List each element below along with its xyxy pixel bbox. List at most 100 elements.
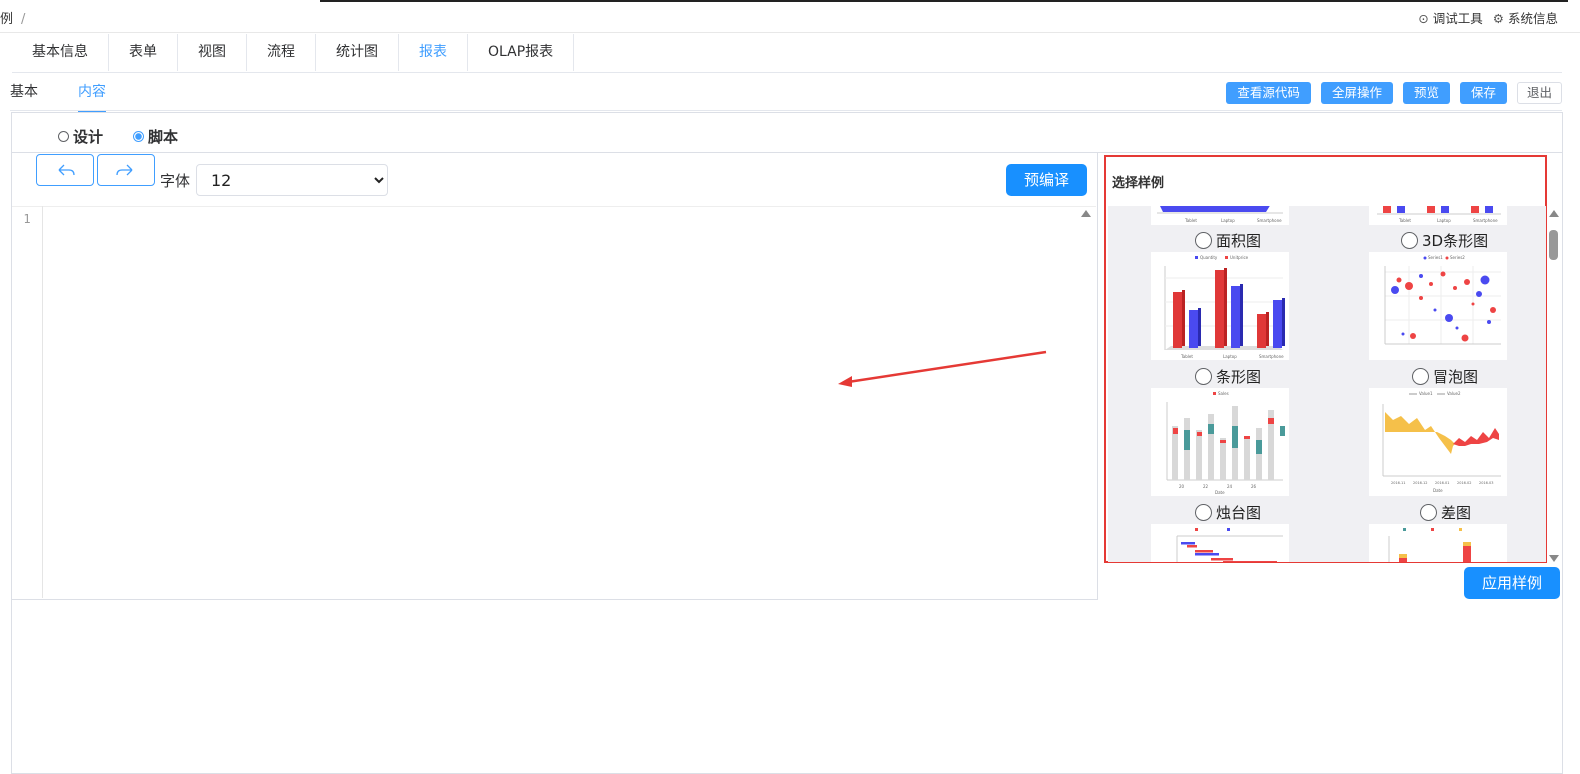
sample-label: 冒泡图 (1433, 368, 1479, 386)
mode-design-radio[interactable]: 设计 (58, 126, 103, 147)
svg-text:2016.12: 2016.12 (1413, 481, 1427, 485)
3d-bar-chart-thumbnail[interactable]: Tablet Laptop Smartphone (1369, 206, 1507, 225)
svg-text:Smartphone: Smartphone (1473, 218, 1498, 223)
difference-chart-thumbnail[interactable]: Value1 Value2 2016.11 2016.12 2016.01 2016… (1369, 388, 1507, 496)
subtab-content[interactable]: 内容 (78, 80, 106, 112)
tab-form[interactable]: 表单 (109, 34, 178, 71)
mode-script-radio[interactable]: 脚本 (133, 126, 178, 147)
system-info-link[interactable]: ⚙ 系统信息 (1493, 8, 1558, 27)
font-label: 字体 (160, 172, 191, 190)
debug-icon: ⊙ (1418, 11, 1429, 26)
svg-text:2016.01: 2016.01 (1435, 481, 1449, 485)
sample-area-chart[interactable]: 面积图 (1195, 230, 1261, 251)
gantt-chart-image (1176, 528, 1283, 562)
view-source-button[interactable]: 查看源代码 (1226, 82, 1311, 104)
bubble-chart-thumbnail[interactable]: Series1 Series2 (1369, 252, 1507, 360)
preview-button[interactable]: 预览 (1402, 82, 1450, 104)
svg-text:Date: Date (1433, 488, 1443, 493)
tab-olap-report[interactable]: OLAP报表 (468, 34, 575, 71)
system-info-label: 系统信息 (1507, 11, 1558, 26)
breadcrumb: 示例 / (0, 8, 38, 27)
editor-scroll-up-icon[interactable] (1081, 210, 1091, 217)
gallery-scrollbar[interactable] (1548, 210, 1560, 562)
scroll-up-icon[interactable] (1549, 210, 1559, 217)
gantt-chart-thumbnail[interactable] (1151, 524, 1289, 562)
gallery-scroll-thumb[interactable] (1549, 230, 1558, 260)
svg-text:Value2: Value2 (1447, 391, 1461, 396)
svg-text:Laptop: Laptop (1223, 354, 1237, 359)
sample-label: 烛台图 (1216, 504, 1262, 522)
area-chart-thumbnail[interactable]: Tablet Laptop Smartphone (1151, 206, 1289, 225)
main-tabs: 基本信息 表单 视图 流程 统计图 报表 OLAP报表 (12, 34, 1562, 73)
svg-text:Date: Date (1215, 490, 1225, 495)
svg-text:Series1: Series1 (1428, 255, 1443, 260)
radio-checked-icon (133, 131, 145, 142)
sample-bar-chart[interactable]: 条形图 (1195, 366, 1261, 387)
sub-tabs: 基本 内容 (10, 80, 106, 112)
stacked-bar-chart-thumbnail[interactable] (1369, 524, 1507, 562)
svg-text:26: 26 (1251, 484, 1257, 489)
annotation-arrow (838, 350, 1047, 387)
top-tools: ⊙ 调试工具 ⚙ 系统信息 (1418, 8, 1558, 27)
stacked-bar-chart-image (1388, 528, 1471, 562)
mode-script-label: 脚本 (148, 128, 179, 146)
apply-sample-button[interactable]: 应用样例 (1464, 567, 1560, 599)
sample-gallery: Tablet Laptop Smartphone Tablet Laptop S… (1108, 206, 1546, 562)
svg-text:Value1: Value1 (1419, 391, 1433, 396)
area-chart-image: Tablet Laptop Smartphone (1157, 206, 1283, 223)
svg-text:Quantity: Quantity (1200, 255, 1218, 260)
mode-radio-group: 设计 脚本 (58, 126, 178, 147)
sample-panel-title: 选择样例 (1112, 176, 1165, 191)
fullscreen-button[interactable]: 全屏操作 (1320, 82, 1393, 104)
radio-unchecked-icon (1195, 232, 1212, 249)
sample-3d-bar-chart[interactable]: 3D条形图 (1401, 230, 1488, 251)
line-number-gutter: 1 (12, 206, 43, 598)
sample-label: 差图 (1441, 504, 1472, 522)
sample-difference-chart[interactable]: 差图 (1420, 502, 1471, 523)
svg-text:24: 24 (1227, 484, 1233, 489)
3d-bar-chart-image: Tablet Laptop Smartphone (1377, 206, 1501, 223)
radio-unchecked-icon (1420, 504, 1437, 521)
font-size-select[interactable]: 12 (196, 164, 388, 196)
svg-text:Laptop: Laptop (1221, 218, 1235, 223)
action-toolbar: 查看源代码 全屏操作 预览 保存 退出 (1226, 82, 1562, 104)
save-button[interactable]: 保存 (1459, 82, 1507, 104)
svg-text:Tablet: Tablet (1398, 218, 1411, 223)
breadcrumb-item[interactable]: 示例 (0, 12, 13, 27)
tab-statistics-chart[interactable]: 统计图 (316, 34, 399, 71)
top-bar (0, 0, 1580, 33)
line-number: 1 (23, 212, 31, 226)
code-editor[interactable] (12, 206, 1096, 599)
debug-tool-link[interactable]: ⊙ 调试工具 (1418, 8, 1483, 27)
subtab-basic[interactable]: 基本 (10, 80, 38, 110)
precompile-button[interactable]: 预编译 (1006, 164, 1087, 196)
svg-text:2016.03: 2016.03 (1479, 481, 1493, 485)
undo-icon (58, 164, 75, 176)
bar-chart-thumbnail[interactable]: Quantity Unitprice Tablet Laptop Smartph… (1151, 252, 1289, 360)
svg-text:Laptop: Laptop (1437, 218, 1451, 223)
exit-button[interactable]: 退出 (1516, 82, 1562, 104)
tab-report[interactable]: 报表 (399, 34, 468, 71)
tab-view[interactable]: 视图 (178, 34, 247, 71)
redo-icon (116, 164, 133, 176)
radio-unchecked-icon (1195, 504, 1212, 521)
scroll-down-icon[interactable] (1549, 555, 1559, 562)
bubble-chart-image: Series1 Series2 (1384, 255, 1501, 345)
radio-unchecked-icon (1401, 232, 1418, 249)
sample-bubble-chart[interactable]: 冒泡图 (1412, 366, 1478, 387)
sample-candlestick-chart[interactable]: 烛台图 (1195, 502, 1261, 523)
svg-text:Tablet: Tablet (1180, 354, 1193, 359)
svg-text:Unitprice: Unitprice (1230, 255, 1249, 260)
sample-label: 条形图 (1216, 368, 1262, 386)
redo-button[interactable] (97, 154, 155, 186)
svg-text:Series2: Series2 (1450, 255, 1465, 260)
undo-button[interactable] (36, 154, 94, 186)
tab-basic-info[interactable]: 基本信息 (12, 34, 109, 71)
top-edge-line (320, 0, 1568, 2)
mode-design-label: 设计 (73, 128, 104, 146)
candlestick-chart-thumbnail[interactable]: Sales 20 22 24 26 Date (1151, 388, 1289, 496)
breadcrumb-separator: / (21, 12, 26, 27)
gear-icon: ⚙ (1492, 11, 1504, 26)
tab-process[interactable]: 流程 (247, 34, 316, 71)
difference-chart-image: Value1 Value2 2016.11 2016.12 2016.01 2016… (1382, 391, 1501, 493)
